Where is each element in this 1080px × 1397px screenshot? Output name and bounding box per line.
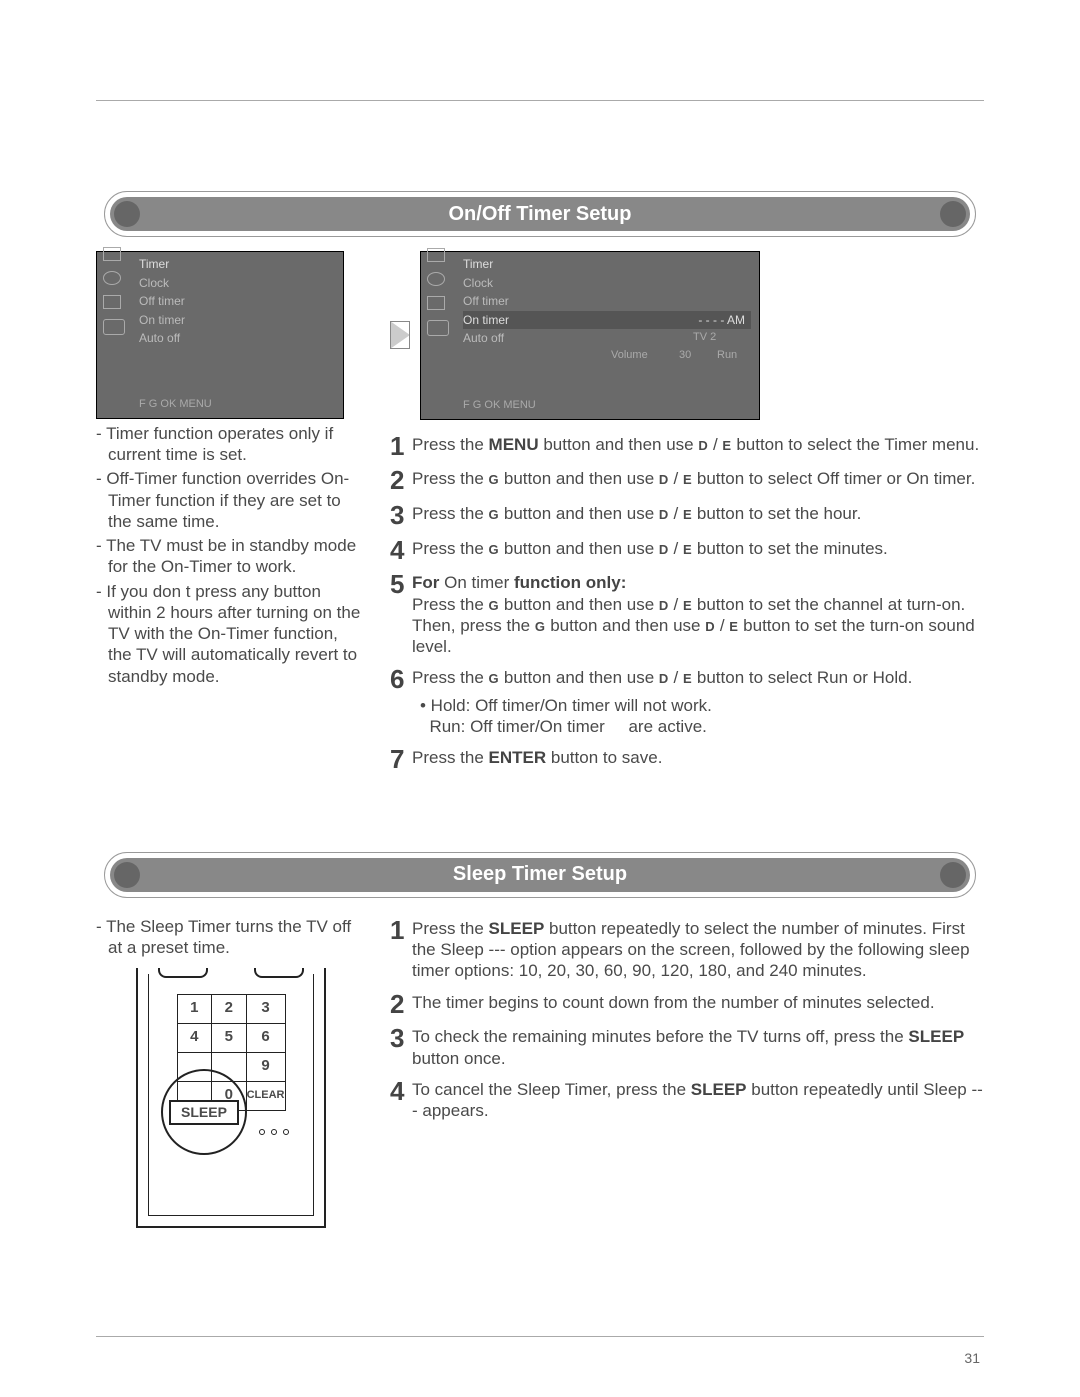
note-item: If you don t press any button within 2 h… bbox=[96, 581, 366, 687]
dots-icon bbox=[259, 1129, 289, 1135]
note-item: Off-Timer function overrides On-Timer fu… bbox=[96, 468, 366, 532]
osd-icon bbox=[427, 272, 445, 286]
remote-diagram: 1 2 3 4 5 6 9 0 CLEAR SLEEP bbox=[136, 968, 326, 1228]
step-sub: • Hold: Off timer/On timer will not work… bbox=[420, 695, 984, 716]
osd-right-item: Clock bbox=[463, 274, 751, 292]
step-text: To check the remaining minutes before th… bbox=[412, 1026, 984, 1069]
osd-left-footer: F G OK MENU bbox=[97, 395, 343, 418]
key-9: 9 bbox=[246, 1052, 286, 1082]
sleep-highlight-circle: SLEEP bbox=[161, 1069, 247, 1155]
step-text: Press the MENU button and then use D / E… bbox=[412, 434, 984, 455]
key-6: 6 bbox=[246, 1023, 286, 1053]
key-1: 1 bbox=[177, 994, 213, 1024]
osd-right-title: Timer bbox=[463, 256, 751, 272]
page-number: 31 bbox=[964, 1350, 980, 1368]
osd-val: Volume bbox=[611, 348, 663, 363]
osd-val: Run bbox=[717, 348, 745, 363]
note-item: The Sleep Timer turns the TV off at a pr… bbox=[96, 916, 366, 959]
section1-notes: Timer function operates only if current … bbox=[96, 423, 366, 687]
osd-left-item: On timer bbox=[139, 311, 335, 329]
osd-icon bbox=[103, 295, 121, 309]
osd-icon bbox=[103, 319, 125, 335]
step-text: Press the SLEEP button repeatedly to sel… bbox=[412, 918, 984, 982]
section2-notes: The Sleep Timer turns the TV off at a pr… bbox=[96, 916, 366, 959]
step-text: To cancel the Sleep Timer, press the SLE… bbox=[412, 1079, 984, 1122]
osd-left: Timer Clock Off timer On timer Auto off … bbox=[96, 251, 344, 419]
note-item: Timer function operates only if current … bbox=[96, 423, 366, 466]
osd-icon bbox=[427, 320, 449, 336]
bottom-rule bbox=[96, 1336, 984, 1337]
osd-sel-label: On timer bbox=[463, 312, 509, 328]
osd-icon bbox=[427, 248, 445, 262]
osd-icon bbox=[103, 271, 121, 285]
step-text: Press the G button and then use D / E bu… bbox=[412, 667, 984, 737]
step-text: The timer begins to count down from the … bbox=[412, 992, 984, 1013]
note-item: The TV must be in standby mode for the O… bbox=[96, 535, 366, 578]
section1-steps: 1 Press the MENU button and then use D /… bbox=[390, 434, 984, 772]
section2-body: The Sleep Timer turns the TV off at a pr… bbox=[96, 912, 984, 1229]
osd-icon bbox=[103, 247, 121, 261]
sleep-label: SLEEP bbox=[169, 1100, 239, 1126]
key-5: 5 bbox=[211, 1023, 247, 1053]
step-text: Press the G button and then use D / E bu… bbox=[412, 468, 984, 489]
step-text: Press the ENTER button to save. bbox=[412, 747, 984, 768]
step-text: Press the G button and then use D / E bu… bbox=[412, 503, 984, 524]
osd-right-footer: F G OK MENU bbox=[421, 396, 759, 419]
osd-sel-val: - - - - AM bbox=[698, 312, 745, 328]
osd-left-item: Auto off bbox=[139, 329, 335, 347]
section1-title: On/Off Timer Setup bbox=[449, 202, 632, 227]
osd-right: Timer Clock Off timer On timer - - - - A… bbox=[420, 251, 760, 420]
osd-right-item-selected: On timer - - - - AM bbox=[463, 311, 751, 329]
osd-val: TV 2 bbox=[693, 330, 745, 346]
section1-header: On/Off Timer Setup bbox=[104, 191, 976, 237]
osd-right-item: Auto off bbox=[463, 329, 693, 347]
osd-left-item: Off timer bbox=[139, 292, 335, 310]
osd-icon bbox=[427, 296, 445, 310]
osd-val: 30 bbox=[679, 348, 701, 363]
key-3: 3 bbox=[246, 994, 286, 1024]
key-2: 2 bbox=[211, 994, 247, 1024]
step-text: Press the G button and then use D / E bu… bbox=[412, 538, 984, 559]
arrow-right-icon bbox=[390, 321, 410, 349]
osd-left-item: Clock bbox=[139, 274, 335, 292]
section2-title: Sleep Timer Setup bbox=[453, 862, 627, 887]
section1-body: Timer Clock Off timer On timer Auto off … bbox=[96, 251, 984, 782]
osd-left-title: Timer bbox=[139, 256, 335, 272]
top-rule bbox=[96, 100, 984, 101]
section2-steps: 1 Press the SLEEP button repeatedly to s… bbox=[390, 918, 984, 1121]
section2-header: Sleep Timer Setup bbox=[104, 852, 976, 898]
step-text: For On timer function only: Press the G … bbox=[412, 572, 984, 657]
osd-right-item: Off timer bbox=[463, 292, 751, 310]
key-clear: CLEAR bbox=[246, 1081, 286, 1111]
step-sub: Run: Off timer/On timer are active. bbox=[420, 716, 984, 737]
key-4: 4 bbox=[177, 1023, 213, 1053]
